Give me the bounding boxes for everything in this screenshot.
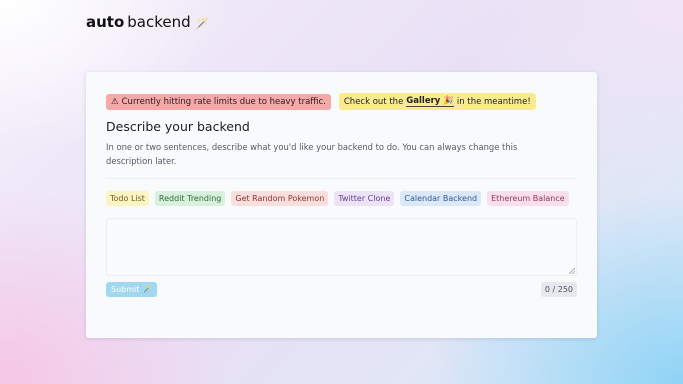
gallery-link[interactable]: Gallery 🎉 xyxy=(406,96,454,107)
gallery-banner: Check out the Gallery 🎉 in the meantime! xyxy=(338,93,536,110)
logo-bold-text: auto xyxy=(86,13,125,31)
submit-button[interactable]: Submit 🪄 xyxy=(106,282,158,297)
warning-icon: ⚠ xyxy=(111,96,119,107)
example-chip-reddit-trending[interactable]: Reddit Trending xyxy=(154,191,226,206)
submit-label: Submit xyxy=(111,285,140,294)
divider xyxy=(106,178,577,179)
form-title: Describe your backend xyxy=(106,119,250,134)
form-description: In one or two sentences, describe what y… xyxy=(106,142,518,166)
character-counter: 0 / 250 xyxy=(540,282,577,297)
gallery-prefix: Check out the xyxy=(343,96,404,107)
describe-backend-card: ⚠ Currently hitting rate limits due to h… xyxy=(86,72,597,338)
form-footer: Submit 🪄 0 / 250 xyxy=(106,282,577,297)
gallery-link-label: Gallery xyxy=(406,96,441,106)
app-logo[interactable]: auto backend 🪄 xyxy=(86,13,209,31)
party-popper-icon: 🎉 xyxy=(443,96,454,106)
example-chip-ethereum-balance[interactable]: Ethereum Balance xyxy=(487,191,569,206)
gallery-suffix: in the meantime! xyxy=(456,96,531,107)
rate-limit-banner: ⚠ Currently hitting rate limits due to h… xyxy=(106,93,331,110)
rate-limit-text: Currently hitting rate limits due to hea… xyxy=(121,96,326,107)
example-chip-calendar-backend[interactable]: Calendar Backend xyxy=(400,191,482,206)
example-chip-twitter-clone[interactable]: Twitter Clone xyxy=(334,191,395,206)
logo-light-text: backend xyxy=(127,13,191,31)
backend-description-input[interactable] xyxy=(106,218,577,276)
description-input-wrapper xyxy=(106,218,577,276)
example-chip-todo-list[interactable]: Todo List xyxy=(106,191,149,206)
magic-wand-icon: 🪄 xyxy=(142,285,153,294)
resize-grip-icon[interactable] xyxy=(569,268,575,274)
magic-wand-icon: 🪄 xyxy=(195,17,210,30)
banner-row: ⚠ Currently hitting rate limits due to h… xyxy=(106,93,577,110)
example-chip-random-pokemon[interactable]: Get Random Pokemon xyxy=(231,191,329,206)
example-chips: Todo List Reddit Trending Get Random Pok… xyxy=(106,191,577,206)
